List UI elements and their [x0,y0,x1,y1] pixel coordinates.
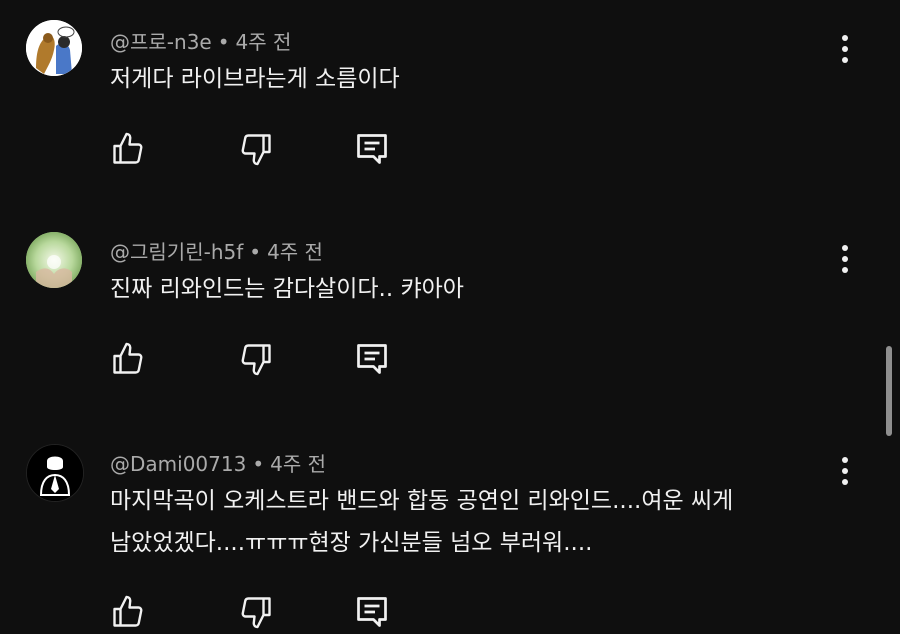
author-name[interactable]: @Dami00713 [110,452,246,476]
timestamp[interactable]: 4주 전 [267,240,323,264]
comment-actions [110,341,410,381]
comment-line: 남았었겠다....ㅠㅠㅠ현장 가신분들 넘오 부러워.... [110,530,593,556]
separator-dot: • [249,240,262,264]
comment-text: 진짜 리와인드는 감다살이다.. 캬아아 [110,268,464,310]
comment-line: 저게다 라이브라는게 소름이다 [110,66,400,92]
thumbs-down-icon [241,344,271,376]
avatar[interactable] [26,444,84,502]
separator-dot: • [252,452,265,476]
avatar[interactable] [26,20,82,76]
like-button[interactable] [110,594,146,630]
thumbs-up-icon [113,132,143,164]
comment-menu-button[interactable] [830,32,860,72]
reply-icon [357,597,387,627]
reply-icon [357,344,387,374]
more-vert-icon [842,245,848,273]
reply-button[interactable] [354,341,390,377]
comment-line: 진짜 리와인드는 감다살이다.. 캬아아 [110,276,464,302]
comment-header: @프로-n3e • 4주 전 [110,26,291,55]
thumbs-up-icon [113,595,143,627]
timestamp[interactable]: 4주 전 [236,30,292,54]
dislike-button[interactable] [238,594,274,630]
comment-actions [110,594,410,634]
reply-icon [357,134,387,164]
reply-button[interactable] [354,131,390,167]
dislike-button[interactable] [238,341,274,377]
comment-header: @그림기린-h5f • 4주 전 [110,236,323,265]
thumbs-down-icon [241,597,271,629]
avatar[interactable] [26,232,82,288]
author-name[interactable]: @프로-n3e [110,30,212,54]
author-name[interactable]: @그림기린-h5f [110,240,243,264]
comment-actions [110,131,410,171]
avatar-drawing [26,232,82,288]
comment-text: 저게다 라이브라는게 소름이다 [110,58,400,100]
like-button[interactable] [110,341,146,377]
comment-menu-button[interactable] [830,454,860,494]
separator-dot: • [217,30,230,54]
more-vert-icon [842,457,848,485]
reply-button[interactable] [354,594,390,630]
comment-menu-button[interactable] [830,242,860,282]
comment-header: @Dami00713 • 4주 전 [110,448,326,477]
thumbs-down-icon [241,134,271,166]
dislike-button[interactable] [238,131,274,167]
comment-text: 마지막곡이 오케스트라 밴드와 합동 공연인 리와인드....여운 씨게 남았었… [110,480,733,564]
more-vert-icon [842,35,848,63]
scrollbar-thumb[interactable] [886,346,892,436]
timestamp[interactable]: 4주 전 [270,452,326,476]
avatar-drawing [26,20,82,76]
like-button[interactable] [110,131,146,167]
thumbs-up-icon [113,342,143,374]
comment-line: 마지막곡이 오케스트라 밴드와 합동 공연인 리와인드....여운 씨게 [110,488,734,514]
avatar-drawing [27,445,83,501]
